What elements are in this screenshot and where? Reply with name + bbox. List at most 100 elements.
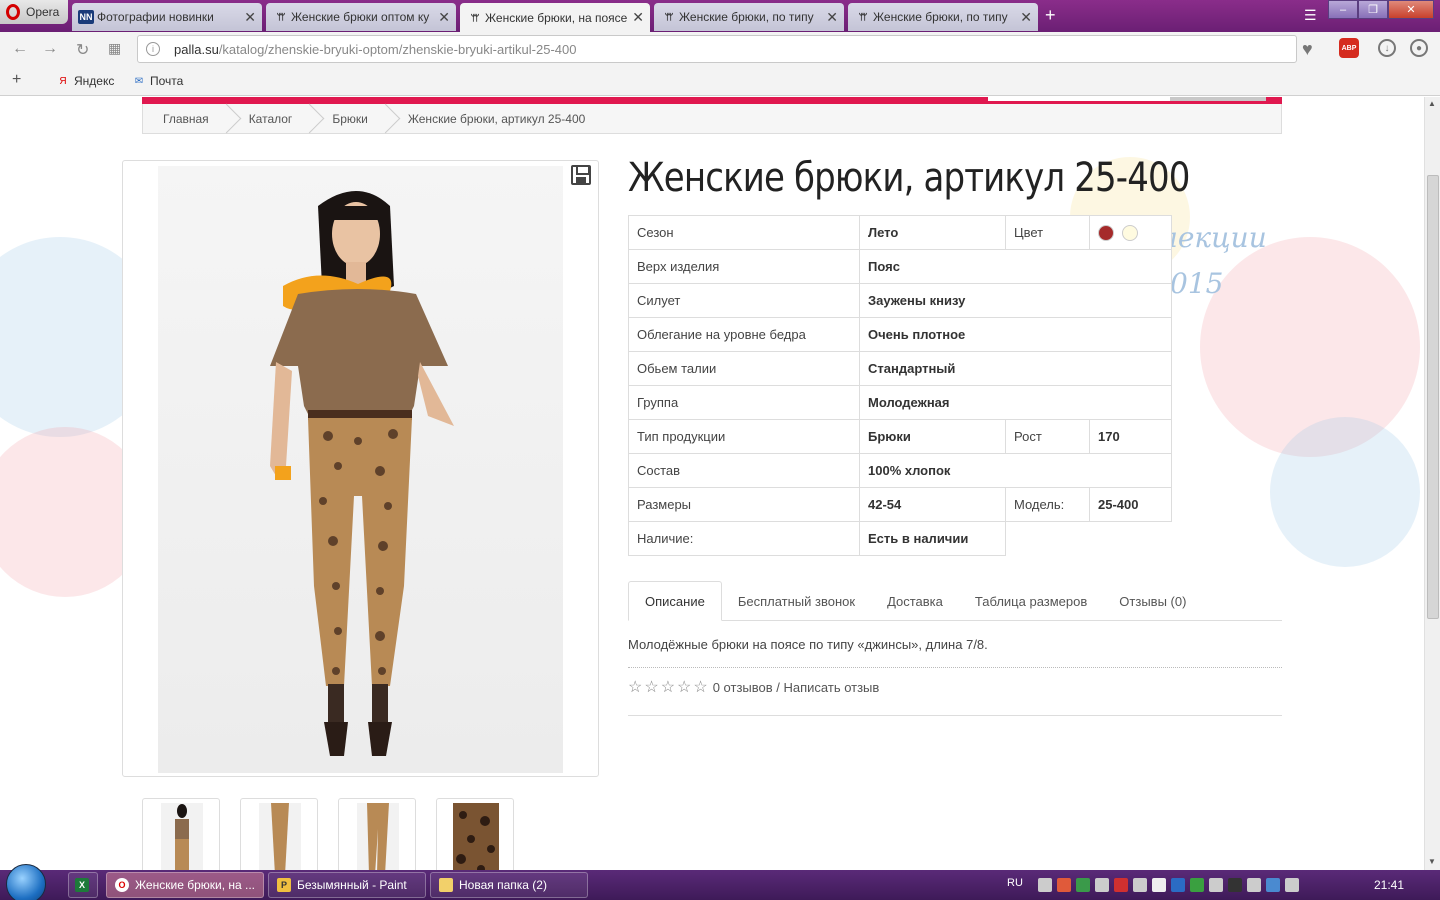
reload-icon[interactable]: ↻ xyxy=(76,40,89,60)
spec-value: 42-54 xyxy=(859,487,1006,522)
signal-icon[interactable] xyxy=(1152,878,1166,892)
tab-description[interactable]: Описание xyxy=(628,581,722,621)
star-icon: ☆ xyxy=(644,679,659,696)
tray-icon[interactable] xyxy=(1133,878,1147,892)
network-icon[interactable] xyxy=(1285,878,1299,892)
add-bookmark-icon[interactable]: + xyxy=(12,71,21,89)
close-icon[interactable]: ✕ xyxy=(632,9,644,26)
spec-label: Сезон xyxy=(628,215,860,250)
thumbnail-3[interactable] xyxy=(338,798,416,870)
table-row: Тип продукции Брюки Рост 170 xyxy=(628,419,1172,454)
tray-icon[interactable] xyxy=(1190,878,1204,892)
tray-icon[interactable] xyxy=(1266,878,1280,892)
thumbnail-image xyxy=(357,803,399,870)
close-icon[interactable]: ✕ xyxy=(1020,9,1032,26)
save-image-icon[interactable] xyxy=(571,165,591,185)
breadcrumb-trousers[interactable]: Брюки xyxy=(312,104,388,134)
tab-4[interactable]: ᛘᛘ Женские брюки, по типу ✕ xyxy=(654,3,844,31)
spec-label: Состав xyxy=(628,453,860,488)
spec-label: Тип продукции xyxy=(628,419,860,454)
opera-logo-icon xyxy=(6,4,20,20)
spec-value: Очень плотное xyxy=(859,317,1172,352)
account-icon[interactable]: ● xyxy=(1410,39,1428,57)
back-icon[interactable]: ← xyxy=(12,40,28,58)
restore-icon[interactable]: ❐ xyxy=(1358,0,1388,19)
tab-menu-icon[interactable]: ☰ xyxy=(1304,7,1317,24)
folder-icon xyxy=(439,878,453,892)
background-flower-icon xyxy=(1270,417,1420,567)
tray-icon[interactable] xyxy=(1076,878,1090,892)
bookmark-mail[interactable]: ✉ Почта xyxy=(133,74,184,88)
taskbar-item-folder[interactable]: Новая папка (2) xyxy=(430,872,588,898)
tab-title: Женские брюки, на поясе xyxy=(485,10,628,25)
tab-free-call[interactable]: Бесплатный звонок xyxy=(722,581,871,621)
tray-icon[interactable] xyxy=(1038,878,1052,892)
system-tray xyxy=(1038,878,1299,892)
reviews-link[interactable]: 0 отзывов / Написать отзыв xyxy=(713,680,880,695)
tray-icon[interactable] xyxy=(1228,878,1242,892)
bookmarks-bar: + Я Яндекс ✉ Почта xyxy=(0,66,1440,96)
site-info-icon[interactable]: i xyxy=(146,42,160,56)
download-icon[interactable]: ↓ xyxy=(1378,39,1396,57)
thumbnail-1[interactable] xyxy=(142,798,220,870)
tab-1[interactable]: NN Фотографии новинки ✕ xyxy=(72,3,262,31)
bookmark-yandex[interactable]: Я Яндекс xyxy=(57,74,114,88)
taskbar-item-paint[interactable]: P Безымянный - Paint xyxy=(268,872,426,898)
divider xyxy=(628,715,1282,716)
tab-5[interactable]: ᛘᛘ Женские брюки, по типу ✕ xyxy=(848,3,1038,31)
tab-size-chart[interactable]: Таблица размеров xyxy=(959,581,1103,621)
thumbnail-4[interactable] xyxy=(436,798,514,870)
close-icon[interactable]: ✕ xyxy=(244,9,256,26)
spec-value: Лето xyxy=(859,215,1006,250)
breadcrumb-catalog[interactable]: Каталог xyxy=(229,104,313,134)
adblock-icon[interactable]: ABP xyxy=(1339,38,1359,58)
search-button[interactable] xyxy=(1170,97,1266,101)
people-icon: ᛘᛘ xyxy=(858,12,868,22)
page-scrollbar[interactable]: ▲ ▼ xyxy=(1424,97,1440,870)
breadcrumb-home[interactable]: Главная xyxy=(143,104,229,134)
color-swatch[interactable] xyxy=(1121,224,1138,241)
promo-line: 015 xyxy=(1170,267,1224,300)
forward-icon[interactable]: → xyxy=(42,40,58,58)
table-row: Состав 100% хлопок xyxy=(628,453,1172,488)
table-row: Верх изделия Пояс xyxy=(628,249,1172,284)
close-icon[interactable]: ✕ xyxy=(826,9,838,26)
start-button-icon[interactable] xyxy=(6,864,46,900)
scroll-down-icon[interactable]: ▼ xyxy=(1428,857,1436,866)
tab-reviews[interactable]: Отзывы (0) xyxy=(1103,581,1202,621)
tab-delivery[interactable]: Доставка xyxy=(871,581,959,621)
close-icon[interactable]: ✕ xyxy=(438,9,450,26)
taskbar-excel[interactable]: X xyxy=(68,872,98,898)
url-path: /katalog/zhenskie-bryuki-optom/zhenskie-… xyxy=(218,41,577,57)
volume-icon[interactable] xyxy=(1209,878,1223,892)
minimize-icon[interactable]: – xyxy=(1328,0,1358,19)
color-swatch[interactable] xyxy=(1098,224,1114,241)
tray-icon[interactable] xyxy=(1247,878,1261,892)
taskbar-item-opera[interactable]: O Женские брюки, на ... xyxy=(106,872,264,898)
tray-icon[interactable] xyxy=(1057,878,1071,892)
address-input[interactable]: i palla.su /katalog/zhenskie-bryuki-opto… xyxy=(137,35,1297,63)
spec-value: Есть в наличии xyxy=(859,521,1006,556)
tray-icon[interactable] xyxy=(1095,878,1109,892)
tray-icon[interactable] xyxy=(1171,878,1185,892)
window-close-icon[interactable]: ✕ xyxy=(1388,0,1434,19)
clock[interactable]: 21:41 xyxy=(1374,878,1404,892)
spec-value: 25-400 xyxy=(1089,487,1172,522)
product-description: Молодёжные брюки на поясе по типу «джинс… xyxy=(628,637,988,652)
new-tab-button[interactable]: + xyxy=(1045,5,1056,26)
table-row: Силует Заужены книзу xyxy=(628,283,1172,318)
tab-3-active[interactable]: ᛘᛘ Женские брюки, на поясе ✕ xyxy=(460,3,650,32)
language-indicator[interactable]: RU xyxy=(1007,877,1023,889)
search-input[interactable] xyxy=(988,97,1170,101)
product-photo[interactable] xyxy=(158,166,563,773)
spec-label: Группа xyxy=(628,385,860,420)
speed-dial-icon[interactable]: ▦ xyxy=(108,40,121,57)
people-icon: ᛘᛘ xyxy=(276,12,286,22)
tab-2[interactable]: ᛘᛘ Женские брюки оптом ку ✕ xyxy=(266,3,456,31)
tray-icon[interactable] xyxy=(1114,878,1128,892)
scroll-up-icon[interactable]: ▲ xyxy=(1428,99,1436,108)
thumbnail-2[interactable] xyxy=(240,798,318,870)
opera-menu-button[interactable]: Opera xyxy=(0,0,68,24)
heart-icon[interactable]: ♥ xyxy=(1302,39,1313,60)
scroll-thumb[interactable] xyxy=(1427,175,1439,619)
